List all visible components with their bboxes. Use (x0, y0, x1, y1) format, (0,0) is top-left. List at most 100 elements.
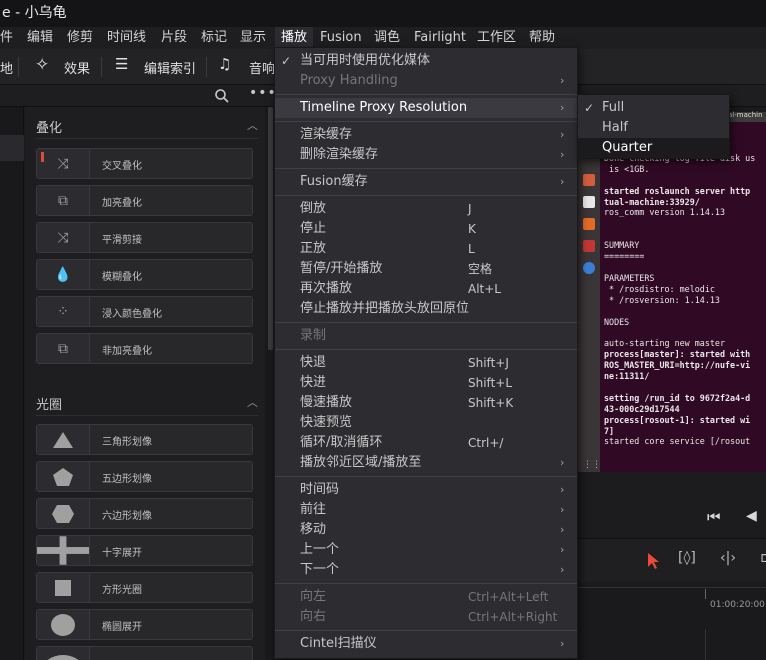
submenu-item-half[interactable]: Half (578, 118, 729, 138)
playback-menu: ✓ 当可用时使用优化媒体 Proxy Handling › Timeline Pro… (274, 47, 578, 659)
menu-item-label: 向左 (300, 589, 327, 604)
menu-workspace[interactable]: 工作区 (477, 27, 516, 49)
more-options-icon[interactable]: ••• (249, 85, 277, 101)
effect-item[interactable]: 方形光圈 (36, 572, 253, 603)
help-icon[interactable] (583, 262, 595, 274)
reverse-play-icon[interactable]: ◀ (746, 508, 757, 524)
menu-item-stop-and-return[interactable]: 停止播放并把播放头放回原位 (275, 299, 577, 319)
dynamic-trim-icon[interactable]: ‹|› (720, 550, 736, 566)
sound-library-icon[interactable]: ♫ (218, 55, 231, 73)
magic-wand-icon[interactable]: ✧ (35, 55, 49, 75)
effect-item[interactable] (36, 646, 253, 660)
iris-effect-icon (37, 647, 90, 660)
menu-item-nudge-left[interactable]: 向左 Ctrl+Alt+Left (275, 587, 577, 607)
menu-item-timecode[interactable]: 时间码 › (275, 480, 577, 500)
list-icon[interactable]: ☰ (115, 55, 128, 73)
menu-bar: 件 编辑 修剪 时间线 片段 标记 显示 播放 Fusion 调色 Fairli… (0, 27, 766, 49)
menu-item-delete-render-cache[interactable]: 删除渲染缓存 › (275, 145, 577, 165)
menu-fusion[interactable]: Fusion (320, 27, 362, 49)
apps-grid-icon[interactable]: ⋮⋮ (583, 460, 601, 470)
menu-edit[interactable]: 编辑 (27, 27, 53, 49)
shortcut-label: Ctrl+Alt+Right (468, 610, 558, 624)
sidebar-selected-item[interactable] (0, 135, 24, 161)
menu-item-nudge-right[interactable]: 向右 Ctrl+Alt+Right (275, 607, 577, 627)
chevron-right-icon: › (560, 148, 565, 161)
collapse-chevron-icon[interactable]: ︿ (247, 394, 258, 410)
effect-item[interactable]: 💧 模糊叠化 (36, 259, 253, 290)
effect-item[interactable]: 三角形划像 (36, 424, 253, 455)
menu-item-timeline-proxy-resolution[interactable]: Timeline Proxy Resolution › (275, 98, 577, 118)
menu-item-label: 录制 (300, 328, 327, 343)
menu-item-previous[interactable]: 上一个 › (275, 540, 577, 560)
effect-item[interactable]: 十字展开 (36, 535, 253, 566)
terminal-line: started core service [/rosout (604, 436, 751, 447)
menu-item-use-optimized-media[interactable]: ✓ 当可用时使用优化媒体 (275, 51, 577, 71)
toolbar-left-label[interactable]: 地 (0, 58, 13, 77)
menu-item-record[interactable]: 录制 (275, 326, 577, 346)
blade-tool-icon[interactable]: ⊏ (760, 550, 766, 566)
menu-item-proxy-handling[interactable]: Proxy Handling › (275, 71, 577, 91)
effect-label: 十字展开 (102, 548, 142, 559)
menu-item-stop[interactable]: 停止 K (275, 219, 577, 239)
menu-item-play-forward[interactable]: 正放 L (275, 239, 577, 259)
effect-item[interactable]: ⧉ 加亮叠化 (36, 185, 253, 216)
chevron-right-icon: › (560, 523, 565, 536)
sound-library-button[interactable]: 音响 (249, 58, 275, 77)
menu-item-slow-play[interactable]: 慢速播放 Shift+K (275, 393, 577, 413)
selection-tool-icon[interactable] (647, 552, 661, 570)
terminal-line: setting /run_id to 9672f2a4-d (604, 392, 751, 403)
menu-color[interactable]: 调色 (374, 27, 400, 49)
terminal-line: process[rosout-1]: started wi (604, 414, 751, 425)
menu-view[interactable]: 显示 (240, 27, 266, 49)
menu-file[interactable]: 件 (0, 27, 13, 49)
menu-item-play-reverse[interactable]: 倒放 J (275, 199, 577, 219)
effect-item[interactable]: 六边形划像 (36, 498, 253, 529)
menu-timeline[interactable]: 时间线 (107, 27, 146, 49)
menu-item-label: 快进 (300, 375, 327, 390)
skip-to-start-icon[interactable]: ⏮ (707, 508, 721, 526)
chevron-right-icon: › (560, 74, 565, 87)
effect-item[interactable]: 五边形划像 (36, 461, 253, 492)
software-center-icon[interactable] (583, 218, 595, 230)
effect-item[interactable]: ⤨ 平滑剪接 (36, 222, 253, 253)
menu-item-go-to[interactable]: 前往 › (275, 500, 577, 520)
terminal-line: ne:11311/ (604, 371, 650, 382)
checkmark-icon: ✓ (281, 54, 292, 68)
menu-playback[interactable]: 播放 (275, 27, 314, 49)
menu-item-fast-forward[interactable]: 快进 Shift+L (275, 373, 577, 393)
menu-item-fast-review[interactable]: 快速预览 (275, 413, 577, 433)
effects-button[interactable]: 效果 (64, 58, 90, 77)
menu-item-render-cache[interactable]: 渲染缓存 › (275, 125, 577, 145)
menu-item-play-again[interactable]: 再次播放 Alt+L (275, 279, 577, 299)
collapse-chevron-icon[interactable]: ︿ (247, 117, 258, 133)
submenu-item-full[interactable]: ✓ Full (578, 98, 729, 118)
effect-item[interactable]: ⁘ 浸入颜色叠化 (36, 296, 253, 327)
cross-dissolve-icon: ⤨ (37, 149, 90, 178)
app-icon[interactable] (583, 240, 595, 252)
menu-item-move[interactable]: 移动 › (275, 520, 577, 540)
menu-fairlight[interactable]: Fairlight (414, 27, 466, 49)
chevron-right-icon: › (560, 637, 565, 650)
menu-item-play-around[interactable]: 播放邻近区域/播放至 › (275, 453, 577, 473)
submenu-item-quarter[interactable]: Quarter (578, 138, 729, 158)
menu-item-play-pause[interactable]: 暂停/开始播放 空格 (275, 259, 577, 279)
menu-trim[interactable]: 修剪 (67, 27, 93, 49)
chevron-right-icon: › (560, 503, 565, 516)
effect-item[interactable]: ⧉ 非加亮叠化 (36, 333, 253, 364)
menu-item-fusion-cache[interactable]: Fusion缓存 › (275, 172, 577, 192)
document-icon[interactable] (583, 196, 595, 208)
edit-index-button[interactable]: 编辑索引 (144, 58, 196, 77)
trim-tool-icon[interactable]: [◊] (678, 550, 696, 566)
files-icon[interactable] (583, 174, 595, 186)
effect-item[interactable]: 椭圆展开 (36, 609, 253, 640)
menu-item-cintel-scanner[interactable]: Cintel扫描仪 › (275, 634, 577, 654)
panel-scrollbar[interactable] (268, 107, 273, 350)
menu-item-loop[interactable]: 循环/取消循环 Ctrl+/ (275, 433, 577, 453)
menu-clip[interactable]: 片段 (161, 27, 187, 49)
menu-item-next[interactable]: 下一个 › (275, 560, 577, 580)
effect-item[interactable]: ⤨ 交叉叠化 (36, 148, 253, 179)
menu-help[interactable]: 帮助 (529, 27, 555, 49)
search-icon[interactable] (214, 88, 230, 104)
menu-item-fast-reverse[interactable]: 快退 Shift+J (275, 353, 577, 373)
menu-mark[interactable]: 标记 (201, 27, 227, 49)
